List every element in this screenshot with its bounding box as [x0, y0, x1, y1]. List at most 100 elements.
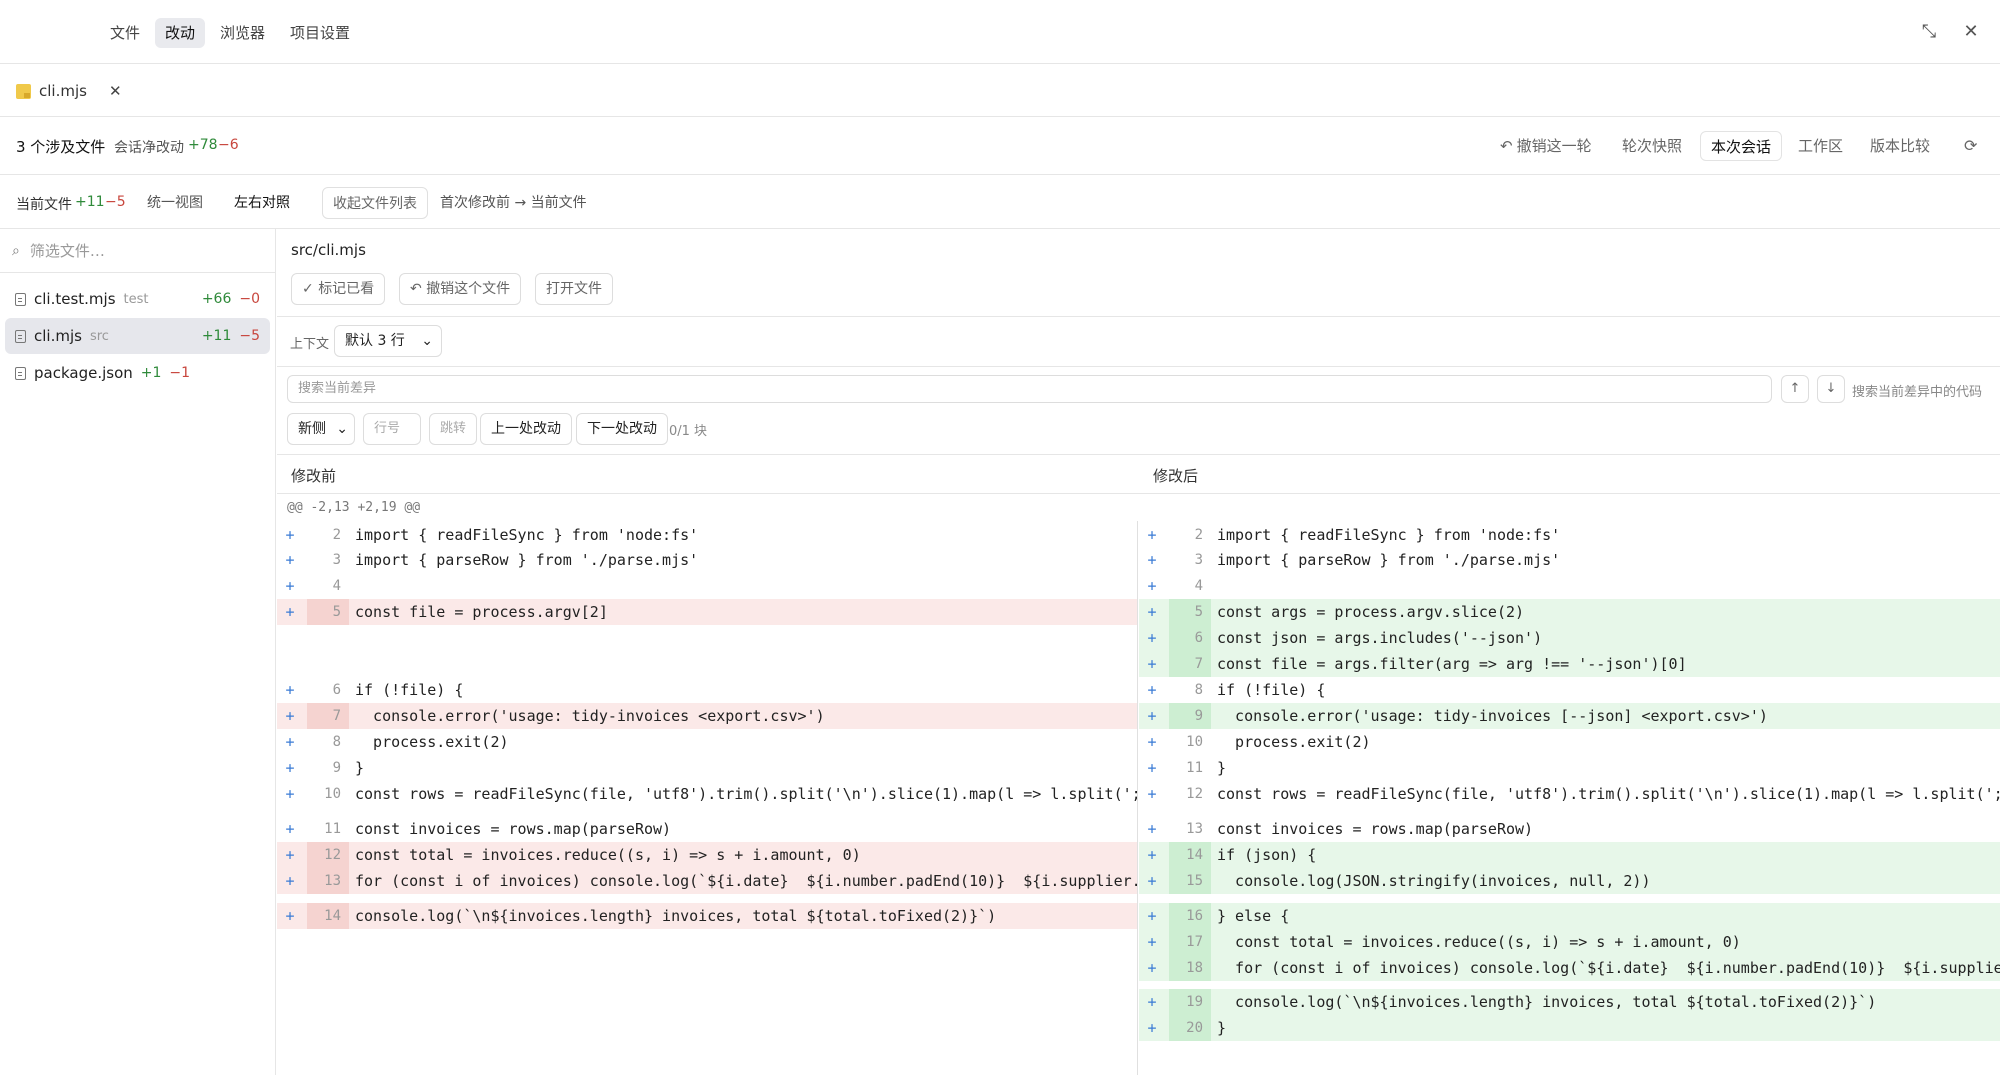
tab-close-icon[interactable]: ✕	[109, 82, 122, 100]
file-del: −5	[239, 328, 260, 344]
left-diff-line: +10 const rows = readFileSync(file, 'utf8…	[277, 781, 1137, 807]
jump-button[interactable]: 跳转	[429, 413, 478, 445]
left-diff-line: +5 const file = process.argv[2]	[277, 599, 1137, 625]
split-view-button[interactable]: 左右对照	[224, 187, 300, 219]
file-path: src/cli.mjs	[291, 241, 366, 259]
divider	[277, 366, 2000, 367]
line-number: 14	[1169, 842, 1211, 868]
line-number: 10	[324, 786, 341, 802]
undo-file-button[interactable]: ↶ 撤销这个文件	[399, 273, 522, 305]
check-icon: ✓	[302, 281, 319, 297]
block-count: 0/1 块	[669, 424, 708, 439]
file-filter[interactable]: ⌕ 筛选文件…	[0, 229, 276, 273]
file-tab[interactable]: cli.mjs ✕	[16, 78, 122, 104]
left-diff-line: +4	[277, 573, 1137, 599]
line-marker: +	[285, 733, 295, 751]
side-select[interactable]: 新侧 ⌄	[287, 413, 355, 445]
line-number: 7	[1169, 651, 1211, 677]
left-diff-line: +6 if (!file) {	[277, 677, 1137, 703]
code-text: }	[355, 759, 365, 777]
right-diff-line: +9 console.error('usage: tidy-invoices […	[1139, 703, 2000, 729]
code-text: import { readFileSync } from 'node:fs'	[355, 526, 699, 544]
line-number: 13	[1186, 821, 1203, 837]
line-number: 3	[1194, 552, 1203, 568]
refresh-icon[interactable]: ⟳	[1954, 131, 1987, 161]
line-number: 14	[307, 903, 349, 929]
prev-change-button[interactable]: 上一处改动	[480, 413, 572, 445]
context-value: 默认 3 行	[345, 333, 405, 349]
file-item-cli[interactable]: cli.mjs src +11 −5	[5, 318, 270, 354]
file-name: cli.mjs	[34, 327, 82, 345]
unified-view-button[interactable]: 统一视图	[137, 187, 213, 219]
line-number: 16	[1169, 903, 1211, 929]
nav-tab-files[interactable]: 文件	[100, 18, 150, 48]
line-number: 17	[1169, 929, 1211, 955]
line-number: 4	[332, 578, 341, 594]
file-sidebar: ⌕ 筛选文件… cli.test.mjs test +66 −0 cli.mjs…	[0, 229, 276, 1075]
search-icon: ⌕	[12, 242, 20, 259]
line-number: 10	[1186, 734, 1203, 750]
right-diff-line: +13 const invoices = rows.map(parseRow)	[1139, 816, 2000, 842]
pane-divider	[1137, 521, 1138, 1075]
context-select[interactable]: 默认 3 行 ⌄	[334, 325, 442, 357]
close-icon[interactable]: ✕	[1957, 18, 1985, 46]
line-marker: +	[1147, 603, 1157, 621]
this-session-button[interactable]: 本次会话	[1700, 131, 1783, 161]
code-text: } else {	[1217, 907, 1290, 925]
left-diff-line: +3 import { parseRow } from './parse.mjs'	[277, 547, 1137, 573]
hunk-header: @@ -2,13 +2,19 @@	[287, 500, 421, 515]
collapse-icon[interactable]: ⤡	[1915, 18, 1943, 46]
round-snapshot-button[interactable]: 轮次快照	[1612, 131, 1692, 161]
line-number: 8	[1194, 682, 1203, 698]
file-add: +11	[201, 328, 232, 344]
version-compare-button[interactable]: 版本比较	[1860, 131, 1940, 161]
undo-round-label: 撤销这一轮	[1516, 137, 1592, 155]
chevron-down-icon: ⌄	[421, 333, 433, 349]
line-marker: +	[1147, 733, 1157, 751]
file-item-package-json[interactable]: package.json +1 −1	[5, 355, 270, 391]
undo-round-button[interactable]: ↶ 撤销这一轮	[1490, 131, 1602, 161]
nav-tab-browser[interactable]: 浏览器	[210, 18, 275, 48]
left-diff-line: +13 for (const i of invoices) console.log…	[277, 868, 1137, 894]
next-change-button[interactable]: 下一处改动	[576, 413, 668, 445]
code-text: console.error('usage: tidy-invoices <exp…	[355, 707, 825, 725]
line-marker: +	[1147, 846, 1157, 864]
line-number: 9	[332, 760, 341, 776]
code-text: console.error('usage: tidy-invoices [--j…	[1217, 707, 1768, 725]
file-item-cli-test[interactable]: cli.test.mjs test +66 −0	[5, 281, 270, 317]
code-text: process.exit(2)	[355, 733, 509, 751]
left-diff-line: +11 const invoices = rows.map(parseRow)	[277, 816, 1137, 842]
line-marker: +	[1147, 785, 1157, 803]
diff-search-input[interactable]: 搜索当前差异	[287, 375, 1772, 403]
line-number: 7	[307, 703, 349, 729]
file-tag: test	[123, 291, 149, 307]
arrow-down-icon[interactable]: ↓	[1817, 375, 1845, 403]
left-diff-line: +7 console.error('usage: tidy-invoices <…	[277, 703, 1137, 729]
line-marker: +	[1147, 907, 1157, 925]
file-tab-bar: cli.mjs ✕	[0, 64, 2000, 117]
right-diff-line: +19 console.log(`\n${invoices.length} in…	[1139, 989, 2000, 1015]
file-add: +66	[201, 291, 232, 307]
line-number-input[interactable]: 行号	[363, 413, 421, 445]
net-del-count: −6	[218, 137, 239, 153]
line-marker: +	[1147, 681, 1157, 699]
mark-seen-button[interactable]: ✓ 标记已看	[291, 273, 386, 305]
summary-bar: 3 个涉及文件 会话净改动 +78 −6 ↶ 撤销这一轮 轮次快照 本次会话 工…	[0, 117, 2000, 175]
line-marker: +	[285, 759, 295, 777]
line-marker: +	[1147, 655, 1157, 673]
open-file-button[interactable]: 打开文件	[535, 273, 613, 305]
context-label: 上下文	[290, 337, 330, 352]
line-marker: +	[285, 785, 295, 803]
undo-file-label: 撤销这个文件	[426, 281, 511, 297]
workspace-button[interactable]: 工作区	[1788, 131, 1853, 161]
arrow-up-icon[interactable]: ↑	[1781, 375, 1809, 403]
collapse-file-list-button[interactable]: 收起文件列表	[322, 187, 428, 219]
nav-tab-project-settings[interactable]: 项目设置	[280, 18, 360, 48]
line-marker: +	[1147, 993, 1157, 1011]
file-del: −1	[169, 365, 191, 381]
nav-tab-changes[interactable]: 改动	[155, 18, 206, 48]
line-number: 11	[324, 821, 341, 837]
line-marker: +	[1147, 577, 1157, 595]
right-diff-line: +20}	[1139, 1015, 2000, 1041]
line-number: 6	[1169, 625, 1211, 651]
